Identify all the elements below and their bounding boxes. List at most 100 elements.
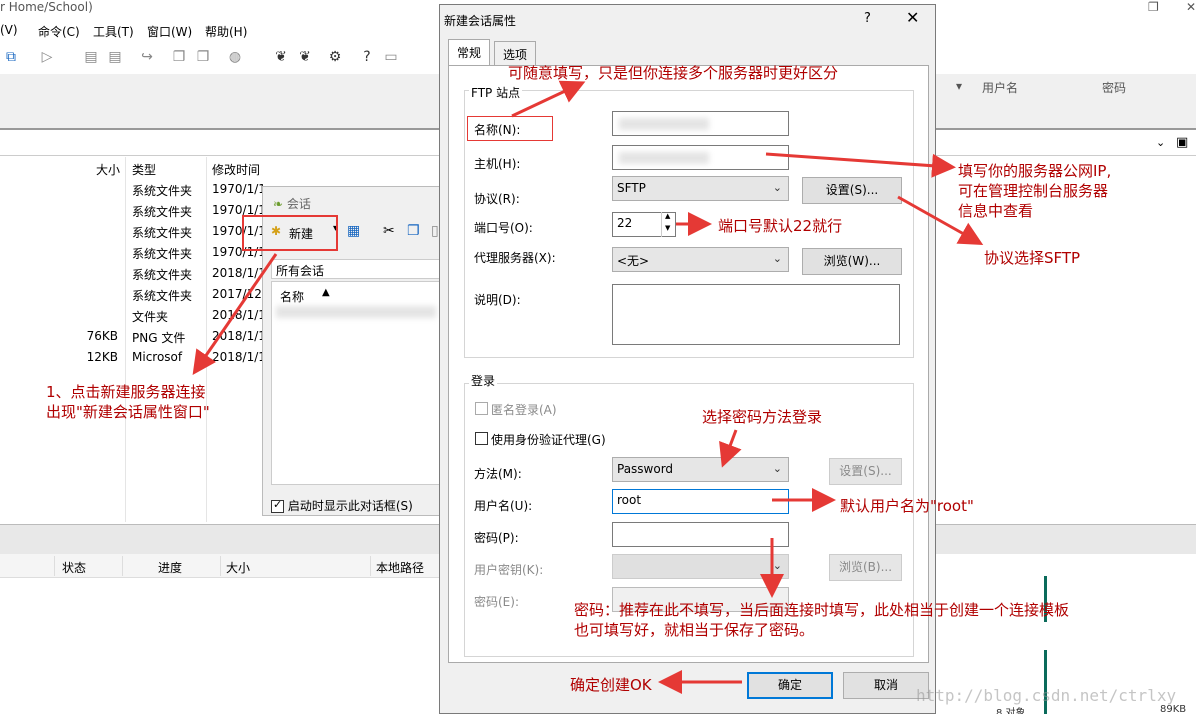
redacted-value — [619, 152, 709, 164]
arrow-up-icon[interactable]: ▲ — [665, 212, 670, 220]
col-username[interactable]: 用户名 — [982, 79, 1018, 96]
file-type-cell[interactable]: 系统文件夹 — [132, 182, 192, 199]
copy-icon[interactable]: ❐ — [170, 48, 188, 66]
userkey-select[interactable]: ⌄ — [612, 554, 789, 579]
play-icon[interactable]: ▷ — [38, 48, 56, 66]
chat-icon[interactable]: ▭ — [382, 48, 400, 66]
cut-icon[interactable]: ✂ — [383, 223, 395, 239]
col-status[interactable]: 状态 — [62, 559, 86, 576]
paste-icon[interactable]: ❐ — [194, 48, 212, 66]
save-icon[interactable]: ▦ — [347, 223, 360, 239]
col-name[interactable]: 名称 — [280, 288, 304, 305]
session-list[interactable]: 名称 ▲ — [271, 281, 441, 485]
login-label: 登录 — [469, 372, 498, 389]
anonymous-checkbox[interactable] — [475, 402, 488, 415]
col-transfer-size[interactable]: 大小 — [226, 559, 250, 576]
annotation-pass-2: 也可填写好，就相当于保存了密码。 — [574, 621, 815, 639]
annotation-name: 可随意填写，只是但你连接多个服务器时更好区分 — [508, 64, 839, 82]
doc2-icon[interactable]: ▤ — [106, 48, 124, 66]
startup-option[interactable]: ✓ 启动时显示此对话框(S) — [271, 497, 413, 514]
startup-checkbox[interactable]: ✓ — [271, 498, 284, 513]
col-progress[interactable]: 进度 — [158, 559, 182, 576]
menu-command[interactable]: 命令(C) — [38, 23, 80, 40]
username-value: root — [617, 493, 642, 507]
file-type-cell[interactable]: 系统文件夹 — [132, 224, 192, 241]
menu-window[interactable]: 窗口(W) — [147, 23, 192, 40]
help-button[interactable]: ? — [864, 11, 871, 26]
bird-icon[interactable]: ❦ — [272, 48, 290, 66]
port-input[interactable]: 22 ▲ ▼ — [612, 212, 676, 237]
general-panel: FTP 站点 名称(N): 主机(H): 协议(R): SFTP ⌄ 设置(S)… — [448, 65, 929, 663]
col-size[interactable]: 大小 — [96, 161, 120, 178]
file-type-cell[interactable]: 系统文件夹 — [132, 287, 192, 304]
host-input[interactable] — [612, 145, 789, 170]
close-button[interactable]: ✕ — [906, 8, 919, 27]
col-separator — [125, 157, 126, 522]
menubar: (V) 命令(C) 工具(T) 窗口(W) 帮助(H) — [0, 19, 440, 41]
file-date-cell[interactable]: 2018/1/1 — [212, 350, 266, 364]
menu-view[interactable]: (V) — [0, 23, 18, 37]
col-password[interactable]: 密码 — [1102, 79, 1126, 96]
file-type-cell[interactable]: PNG 文件 — [132, 329, 185, 346]
file-size-cell[interactable]: 12KB — [87, 350, 118, 364]
file-size-cell[interactable]: 76KB — [87, 329, 118, 343]
connect-icon[interactable]: ⧉ — [2, 48, 20, 66]
redo-icon[interactable]: ↪ — [138, 48, 156, 66]
gear-icon[interactable]: ⚙ — [326, 48, 344, 66]
dropdown-icon[interactable]: ▾ — [956, 79, 962, 93]
ftp-site-label: FTP 站点 — [469, 84, 523, 101]
description-input[interactable] — [612, 284, 900, 345]
arrow-down-icon[interactable]: ▼ — [665, 224, 670, 232]
help-icon[interactable]: ? — [358, 48, 376, 66]
password-input[interactable] — [612, 522, 789, 547]
file-date-cell[interactable]: 1970/1/1 — [212, 182, 266, 196]
close-icon[interactable]: ✕ — [1186, 0, 1196, 14]
username-input[interactable]: root — [612, 489, 789, 514]
doc-icon[interactable]: ▤ — [82, 48, 100, 66]
globe-icon[interactable]: ◍ — [226, 48, 244, 66]
toolbar: ⧉ ▷ ▤ ▤ ↪ ❐ ❐ ◍ ❦ ❦ ⚙ ? ▭ — [0, 44, 440, 72]
file-type-cell[interactable]: 文件夹 — [132, 308, 168, 325]
menu-help[interactable]: 帮助(H) — [205, 23, 247, 40]
method-settings-button[interactable]: 设置(S)... — [829, 458, 902, 485]
redacted-item — [276, 306, 436, 318]
agent-checkbox[interactable] — [475, 432, 488, 445]
status-size: 89KB — [1160, 704, 1187, 714]
copy-icon[interactable]: ❐ — [407, 223, 420, 239]
right-panel-header: ▾ 用户名 密码 — [936, 74, 1196, 98]
folder-icon[interactable]: ▣ — [1176, 135, 1188, 150]
file-date-cell[interactable]: 2018/1/1 — [212, 266, 266, 280]
paste-icon[interactable]: ▯ — [431, 223, 439, 239]
chevron-down-icon: ⌄ — [772, 181, 782, 194]
file-type-cell[interactable]: 系统文件夹 — [132, 266, 192, 283]
col-type[interactable]: 类型 — [132, 161, 156, 178]
protocol-settings-button[interactable]: 设置(S)... — [802, 177, 902, 204]
ok-button[interactable]: 确定 — [747, 672, 833, 699]
port-stepper[interactable]: ▲ ▼ — [661, 212, 675, 237]
file-date-cell[interactable]: 2017/12/ — [212, 287, 266, 301]
file-type-cell[interactable]: 系统文件夹 — [132, 245, 192, 262]
session-folder[interactable]: 所有会话 — [271, 259, 441, 279]
menu-tools[interactable]: 工具(T) — [93, 23, 134, 40]
proxy-browse-button[interactable]: 浏览(W)... — [802, 248, 902, 275]
tab-general[interactable]: 常规 — [448, 39, 491, 66]
file-date-cell[interactable]: 2018/1/1 — [212, 329, 266, 343]
bird2-icon[interactable]: ❦ — [296, 48, 314, 66]
file-type-cell[interactable]: 系统文件夹 — [132, 203, 192, 220]
file-type-cell[interactable]: Microsof — [132, 350, 182, 364]
annotation-ok: 确定创建OK — [570, 676, 652, 694]
userkey-browse-button[interactable]: 浏览(B)... — [829, 554, 902, 581]
file-date-cell[interactable]: 2018/1/1 — [212, 308, 266, 322]
col-local-path[interactable]: 本地路径 — [376, 559, 424, 576]
new-button-highlight[interactable] — [242, 215, 338, 251]
name-input[interactable] — [612, 111, 789, 136]
restore-icon[interactable]: ❐ — [1148, 0, 1159, 14]
session-title: ❧ 会话 — [273, 195, 311, 212]
chevron-down-icon[interactable]: ⌄ — [1156, 136, 1165, 149]
annotation-host-2: 可在管理控制台服务器 — [958, 182, 1109, 200]
col-separator — [206, 157, 207, 522]
method-select[interactable]: Password ⌄ — [612, 457, 789, 482]
protocol-select[interactable]: SFTP ⌄ — [612, 176, 789, 201]
col-modified[interactable]: 修改时间 — [212, 161, 260, 178]
proxy-select[interactable]: <无> ⌄ — [612, 247, 789, 272]
